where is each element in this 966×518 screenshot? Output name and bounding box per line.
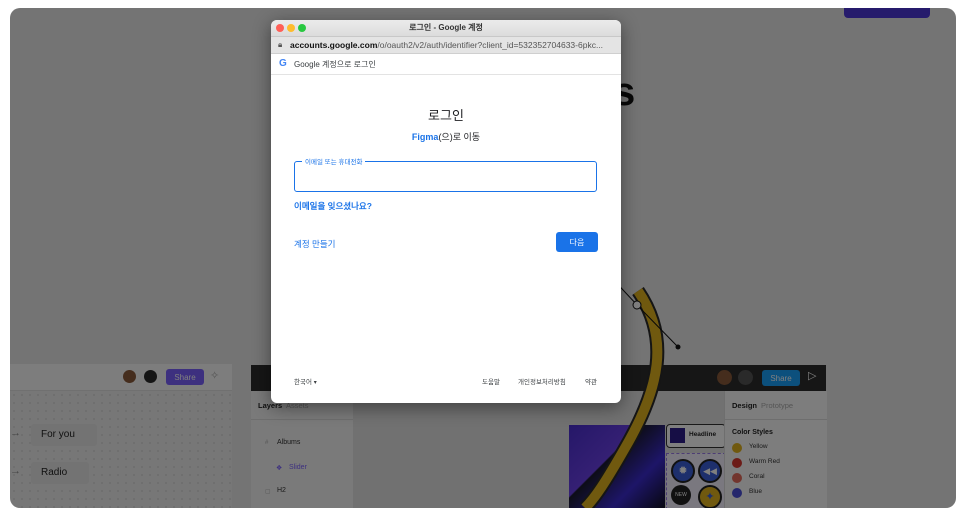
privacy-link[interactable]: 개인정보처리방침 xyxy=(518,376,566,386)
signin-subtitle: Figma(으)로 이동 xyxy=(271,130,621,143)
popup-footer: 한국어 ▾ 도움말 개인정보처리방침 약관 xyxy=(271,376,621,388)
help-link[interactable]: 도움말 xyxy=(482,376,500,386)
email-field-container: 이메일 또는 휴대전화 xyxy=(294,156,597,192)
google-header-text: Google 계정으로 로그인 xyxy=(294,60,376,69)
window-titlebar: 로그인 - Google 계정 xyxy=(271,20,621,37)
address-bar[interactable]: 🔒︎ accounts.google.com/o/oauth2/v2/auth/… xyxy=(271,37,621,54)
next-button[interactable]: 다음 xyxy=(556,232,598,252)
language-selector[interactable]: 한국어 ▾ xyxy=(294,376,317,386)
google-signin-popup-window: 로그인 - Google 계정 🔒︎ accounts.google.com/o… xyxy=(271,20,621,403)
google-header: G Google 계정으로 로그인 xyxy=(271,54,621,75)
terms-link[interactable]: 약관 xyxy=(585,376,597,386)
caret-down-icon: ▾ xyxy=(313,380,317,386)
email-field-label: 이메일 또는 휴대전화 xyxy=(302,156,366,166)
lock-icon: 🔒︎ xyxy=(278,40,283,49)
app-name-link[interactable]: Figma xyxy=(412,132,439,142)
window-title: 로그인 - Google 계정 xyxy=(409,23,483,32)
signin-title: 로그인 xyxy=(428,108,464,123)
create-account-link[interactable]: 계정 만들기 xyxy=(294,238,335,250)
subtitle-suffix: (으)로 이동 xyxy=(438,132,481,142)
language-label: 한국어 xyxy=(294,379,312,386)
email-input[interactable] xyxy=(295,162,596,191)
url-text: accounts.google.com/o/oauth2/v2/auth/ide… xyxy=(290,40,603,50)
google-g-logo-icon: G xyxy=(279,58,287,69)
url-path: /o/oauth2/v2/auth/identifier?client_id=5… xyxy=(377,40,604,50)
figma-background-page: s Share ✧ → For you → Radio Share ▷ Laye… xyxy=(10,8,956,508)
url-domain: accounts.google.com xyxy=(290,40,378,50)
forgot-email-link[interactable]: 이메일을 잊으셨나요? xyxy=(294,200,372,212)
